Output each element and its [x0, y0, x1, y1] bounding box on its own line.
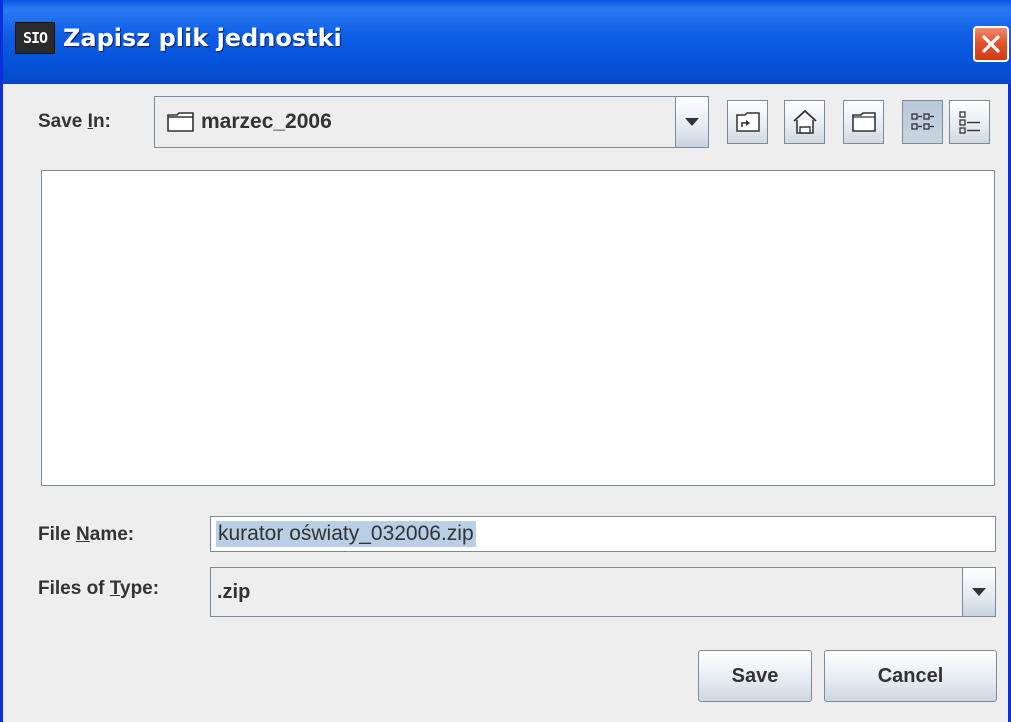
files-of-type-value: .zip	[217, 580, 251, 603]
save-in-label-prefix: Save	[38, 111, 88, 132]
window-title: Zapisz plik jednostki	[63, 24, 342, 52]
file-name-input[interactable]: kurator oświaty_032006.zip	[210, 516, 996, 552]
details-view-icon	[958, 111, 980, 134]
folder-icon	[167, 112, 194, 132]
new-folder-icon	[851, 112, 876, 132]
save-in-text: marzec_2006	[201, 110, 332, 133]
create-new-folder-button[interactable]	[843, 100, 884, 144]
files-of-type-label-suffix: ype:	[120, 578, 160, 599]
list-view-button[interactable]	[902, 100, 943, 144]
files-of-type-label: Files of Type:	[38, 578, 159, 600]
files-of-type-combo[interactable]: .zip	[210, 567, 996, 617]
save-in-label-suffix: n:	[92, 111, 111, 132]
home-button[interactable]	[784, 100, 825, 144]
save-in-value: marzec_2006	[167, 97, 332, 147]
cancel-button[interactable]: Cancel	[824, 650, 997, 702]
save-button[interactable]: Save	[698, 650, 812, 702]
up-one-level-button[interactable]	[727, 100, 768, 144]
home-icon	[792, 109, 817, 134]
save-in-label: Save In:	[38, 111, 111, 133]
close-icon	[982, 35, 1000, 53]
chevron-down-icon	[972, 588, 986, 596]
files-of-type-label-mnemonic: T	[109, 578, 120, 599]
save-dialog-window: SIO Zapisz plik jednostki Save In: marze…	[0, 0, 1011, 722]
title-bar[interactable]: SIO Zapisz plik jednostki	[3, 0, 1011, 84]
files-of-type-label-prefix: Files of	[38, 578, 110, 599]
list-view-icon	[910, 113, 934, 130]
file-list[interactable]	[41, 170, 995, 486]
chevron-down-icon	[685, 118, 699, 126]
file-name-label-prefix: File	[38, 524, 77, 545]
close-button[interactable]	[973, 26, 1009, 62]
folder-up-icon	[735, 112, 760, 132]
save-in-dropdown-button[interactable]	[675, 96, 709, 148]
details-view-button[interactable]	[949, 100, 990, 144]
save-in-combo[interactable]: marzec_2006	[154, 96, 709, 148]
file-name-label: File Name:	[38, 524, 134, 546]
file-name-value: kurator oświaty_032006.zip	[216, 521, 476, 547]
file-name-label-mnemonic: N	[76, 524, 90, 545]
app-icon: SIO	[15, 22, 55, 54]
files-of-type-dropdown-button[interactable]	[962, 567, 996, 617]
file-name-label-suffix: ame:	[89, 524, 135, 545]
